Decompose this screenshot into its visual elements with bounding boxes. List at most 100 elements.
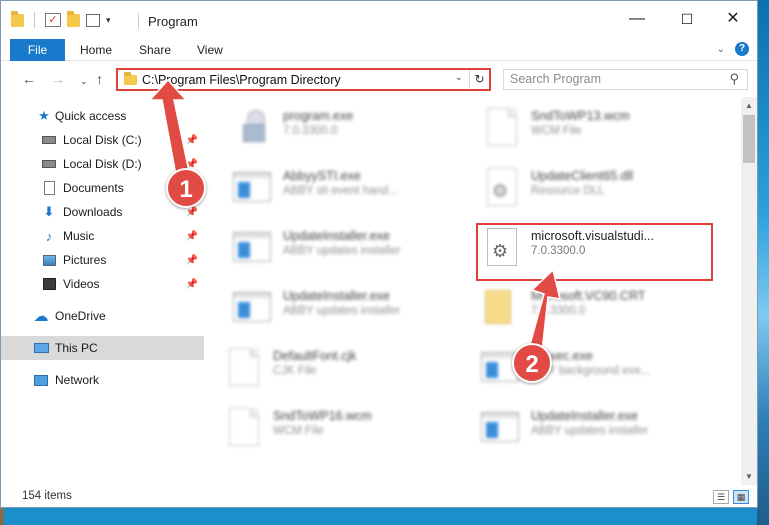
file-description: ABBY updates installer (283, 245, 401, 257)
address-dropdown-icon[interactable]: ⌄ (455, 72, 463, 83)
customize-toolbar-icon[interactable] (86, 13, 100, 27)
nav-item-label: Videos (63, 277, 100, 291)
file-item[interactable]: program.exe 7.0.3300.0 (233, 103, 473, 155)
file-description: CJK File (273, 365, 317, 377)
nav-item-label: Network (55, 373, 100, 387)
nav-item-network[interactable]: Network (1, 368, 204, 392)
tab-view[interactable]: View (197, 43, 223, 57)
file-item[interactable]: DefaultFont.cjk CJK File (223, 343, 463, 395)
nav-item-videos[interactable]: Videos 📌 (1, 272, 204, 296)
item-count: 154 items (22, 490, 72, 502)
tab-share[interactable]: Share (139, 43, 171, 57)
application-icon (233, 166, 273, 208)
pin-icon[interactable]: 📌 (186, 279, 198, 290)
vertical-scrollbar[interactable]: ▲ ▼ (741, 97, 757, 485)
nav-item-label: Local Disk (C:) (63, 133, 142, 147)
file-name: UpdateInstaller.exe (283, 229, 391, 243)
nav-item-label: Quick access (55, 109, 127, 123)
nav-item-label: Downloads (63, 205, 123, 219)
pin-icon[interactable]: 📌 (186, 255, 198, 266)
file-name: UpdateInstaller.exe (283, 289, 391, 303)
file-name: UpdateInstaller.exe (531, 409, 639, 423)
file-description: ABBY updates installer (531, 425, 649, 437)
application-icon (233, 226, 273, 268)
file-name: program.exe (283, 109, 354, 123)
file-item[interactable]: ⚙ UpdateClient65.dll Resource DLL (481, 163, 721, 215)
annotation-marker-2: 2 (512, 343, 552, 383)
nav-item-pictures[interactable]: Pictures 📌 (1, 248, 204, 272)
file-item[interactable]: UpdateInstaller.exe ABBY updates install… (481, 403, 721, 455)
nav-item-this-pc[interactable]: This PC (1, 336, 204, 360)
file-list: program.exe 7.0.3300.0 SndToWP13.wcm WCM… (206, 97, 741, 485)
file-item[interactable]: Microsoft.VC90.CRT 7.0.3300.0 (481, 283, 721, 335)
address-bar[interactable]: C:\Program Files\Program Directory ⌄ ↻ (116, 68, 491, 91)
title-divider (138, 13, 139, 29)
nav-item-onedrive[interactable]: ☁ OneDrive (1, 304, 204, 328)
nav-item-label: Music (63, 229, 95, 243)
back-arrow-icon[interactable]: ← (22, 71, 36, 87)
maximize-button[interactable]: ☐ (677, 9, 697, 29)
file-item[interactable]: SndToWP16.wcm WCM File (223, 403, 463, 455)
search-input[interactable] (510, 72, 710, 86)
star-icon: ★ (38, 108, 50, 123)
navigation-pane: ★ Quick access Local Disk (C:) 📌 Local D… (1, 97, 204, 485)
annotation-marker-1: 1 (166, 168, 206, 208)
refresh-icon[interactable]: ↻ (469, 70, 489, 89)
music-icon: ♪ (45, 228, 53, 244)
pin-icon[interactable]: 📌 (186, 231, 198, 242)
search-icon[interactable]: ⚲ (729, 71, 739, 87)
tab-file[interactable]: File (10, 39, 65, 61)
tab-home[interactable]: Home (80, 43, 112, 57)
scroll-down-icon[interactable]: ▼ (745, 472, 753, 481)
file-name: DefaultFont.cjk (273, 349, 357, 363)
toolbar-divider (34, 12, 35, 28)
close-button[interactable]: ✕ (723, 9, 743, 29)
nav-item-label: Local Disk (D:) (63, 157, 142, 171)
file-item[interactable]: UpdateInstaller.exe ABBY updates install… (233, 283, 473, 335)
expand-ribbon-icon[interactable]: ⌄ (717, 44, 725, 55)
file-description: Resource DLL (531, 185, 605, 197)
file-name: Microsoft.VC90.CRT (531, 289, 646, 303)
status-bar: 154 items ☰ ▦ (1, 485, 757, 507)
videos-icon (41, 277, 57, 291)
nav-item-music[interactable]: ♪ Music 📌 (1, 224, 204, 248)
file-item[interactable]: SndToWP13.wcm WCM File (481, 103, 721, 155)
large-icons-view-icon[interactable]: ▦ (733, 490, 749, 504)
pin-icon[interactable]: 📌 (186, 135, 198, 146)
nav-item-quick-access[interactable]: ★ Quick access (1, 104, 204, 128)
nav-item-label: OneDrive (55, 309, 106, 323)
pin-icon[interactable]: 📌 (186, 207, 198, 218)
recent-locations-chevron-icon[interactable]: ⌄ (80, 76, 88, 87)
forward-arrow-icon[interactable]: → (51, 71, 65, 87)
document-icon (481, 106, 521, 148)
scroll-up-icon[interactable]: ▲ (745, 101, 753, 110)
address-folder-icon (124, 72, 137, 85)
help-icon[interactable]: ? (735, 42, 749, 56)
address-row: ← → ⌄ ↑ C:\Program Files\Program Directo… (1, 61, 757, 97)
ribbon-right-controls: ⌄ ? (717, 42, 749, 56)
properties-check-icon[interactable]: ✓ (45, 13, 61, 27)
chevron-down-icon[interactable]: ▾ (106, 15, 111, 26)
highlight-box (476, 223, 713, 281)
file-item[interactable]: UpdateInstaller.exe ABBY updates install… (233, 223, 473, 275)
minimize-button[interactable]: — (627, 9, 647, 29)
scroll-thumb[interactable] (743, 115, 755, 163)
view-toggle: ☰ ▦ (713, 490, 749, 504)
search-box[interactable]: ⚲ (503, 69, 748, 90)
document-icon (223, 346, 263, 388)
application-icon (233, 286, 273, 328)
address-path[interactable]: C:\Program Files\Program Directory (142, 73, 341, 87)
file-description: 7.0.3300.0 (283, 125, 338, 137)
file-item[interactable]: AbbyySTI.exe ABBY sti event hand... (233, 163, 473, 215)
new-folder-icon[interactable] (67, 10, 80, 27)
details-view-icon[interactable]: ☰ (713, 490, 729, 504)
nav-item-local-disk-c[interactable]: Local Disk (C:) 📌 (1, 128, 204, 152)
document-icon (223, 406, 263, 448)
nav-item-label: Pictures (63, 253, 107, 267)
file-description: WCM File (273, 425, 324, 437)
up-arrow-icon[interactable]: ↑ (96, 71, 103, 87)
setup-icon (233, 106, 273, 148)
nav-item-label: This PC (55, 341, 98, 355)
network-icon (33, 373, 49, 387)
file-description: ABBY updates installer (283, 305, 401, 317)
